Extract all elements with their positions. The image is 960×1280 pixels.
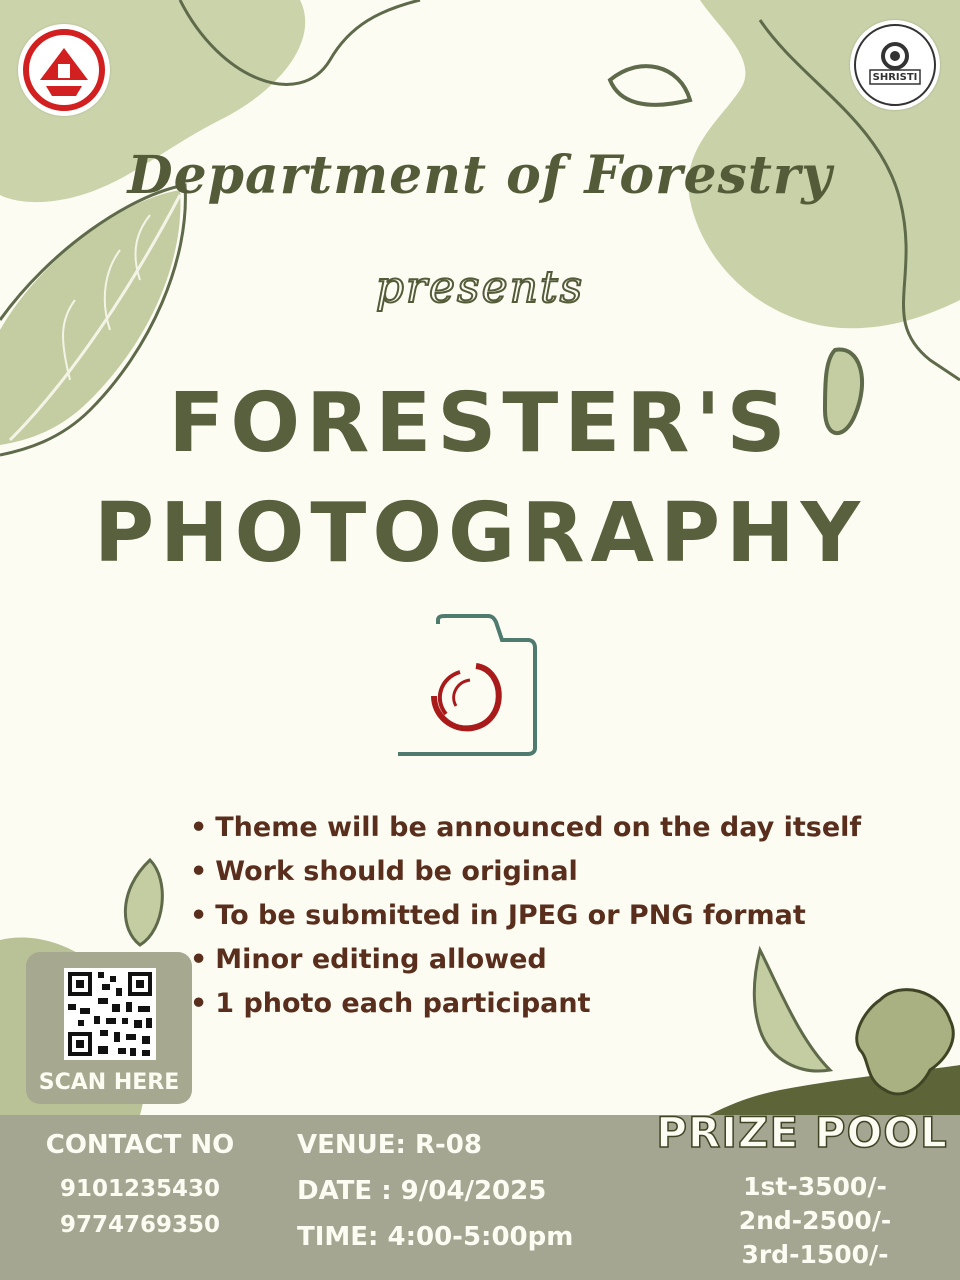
list-item: • Work should be original (190, 856, 578, 887)
venue-text: VENUE: R-08 (297, 1130, 482, 1160)
prize-third: 3rd-1500/- (741, 1240, 889, 1269)
list-item: • 1 photo each participant (190, 988, 591, 1019)
rule-text: Theme will be announced on the day itsel… (215, 812, 862, 843)
presents-text: presents (375, 261, 585, 314)
event-title-line1: FORESTER'S (168, 376, 792, 471)
list-item: • To be submitted in JPEG or PNG format (190, 900, 806, 931)
shristi-fest-logo-icon (854, 24, 936, 106)
qr-code-box[interactable]: SCAN HERE (26, 952, 192, 1104)
leaf-small-left-mid (123, 857, 164, 947)
contact-title: CONTACT NO (45, 1130, 235, 1160)
leaf-outline-small-top (607, 64, 693, 107)
scan-here-label: SCAN HERE (38, 1070, 180, 1095)
rule-text: Work should be original (215, 856, 578, 887)
shristi-logo-text: SHRISTI (872, 72, 918, 83)
camera-icon (398, 614, 537, 756)
date-text: DATE : 9/04/2025 (297, 1176, 547, 1206)
shristi-logo: SHRISTI (850, 20, 940, 110)
time-text: TIME: 4:00-5:00pm (297, 1222, 574, 1252)
department-title: Department of Forestry (127, 145, 833, 206)
contact-number-1: 9101235430 (59, 1176, 221, 1202)
rules-list: • Theme will be announced on the day itse… (190, 806, 861, 1026)
qr-code-icon[interactable] (64, 968, 156, 1060)
prize-second: 2nd-2500/- (738, 1206, 892, 1235)
contact-number-2: 9774769350 (59, 1212, 221, 1238)
event-title-line2: PHOTOGRAPHY (93, 486, 867, 581)
institute-emblem-icon (23, 29, 105, 111)
list-item: • Minor editing allowed (190, 944, 547, 975)
rule-text: 1 photo each participant (215, 988, 591, 1019)
rule-text: Minor editing allowed (215, 944, 547, 975)
rule-text: To be submitted in JPEG or PNG format (215, 900, 806, 931)
prize-first: 1st-3500/- (743, 1172, 887, 1201)
poster: SHRISTI Department of Forestry presents … (0, 0, 960, 1280)
prize-pool-title: PRIZE POOL (656, 1107, 948, 1158)
institute-logo (18, 24, 110, 116)
list-item: • Theme will be announced on the day itse… (190, 812, 862, 843)
